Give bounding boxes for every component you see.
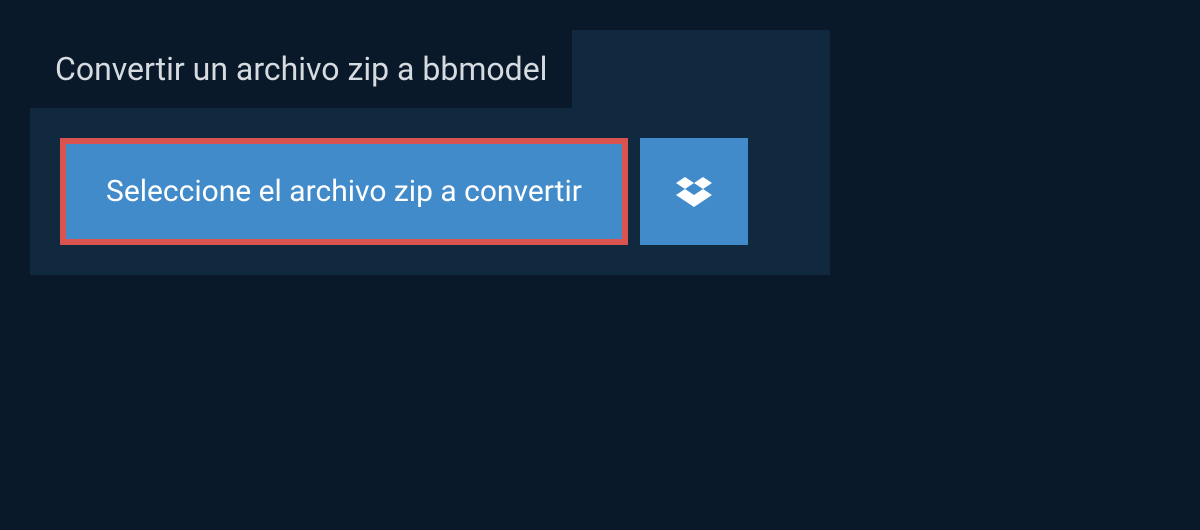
button-row: Seleccione el archivo zip a convertir bbox=[30, 108, 830, 275]
dropbox-button[interactable] bbox=[640, 138, 748, 245]
select-file-label: Seleccione el archivo zip a convertir bbox=[106, 174, 582, 209]
dropbox-icon bbox=[676, 174, 712, 210]
converter-panel: Convertir un archivo zip a bbmodel Selec… bbox=[30, 30, 830, 275]
header: Convertir un archivo zip a bbmodel bbox=[30, 30, 572, 108]
page-title: Convertir un archivo zip a bbmodel bbox=[55, 50, 547, 88]
select-file-button[interactable]: Seleccione el archivo zip a convertir bbox=[60, 138, 628, 245]
